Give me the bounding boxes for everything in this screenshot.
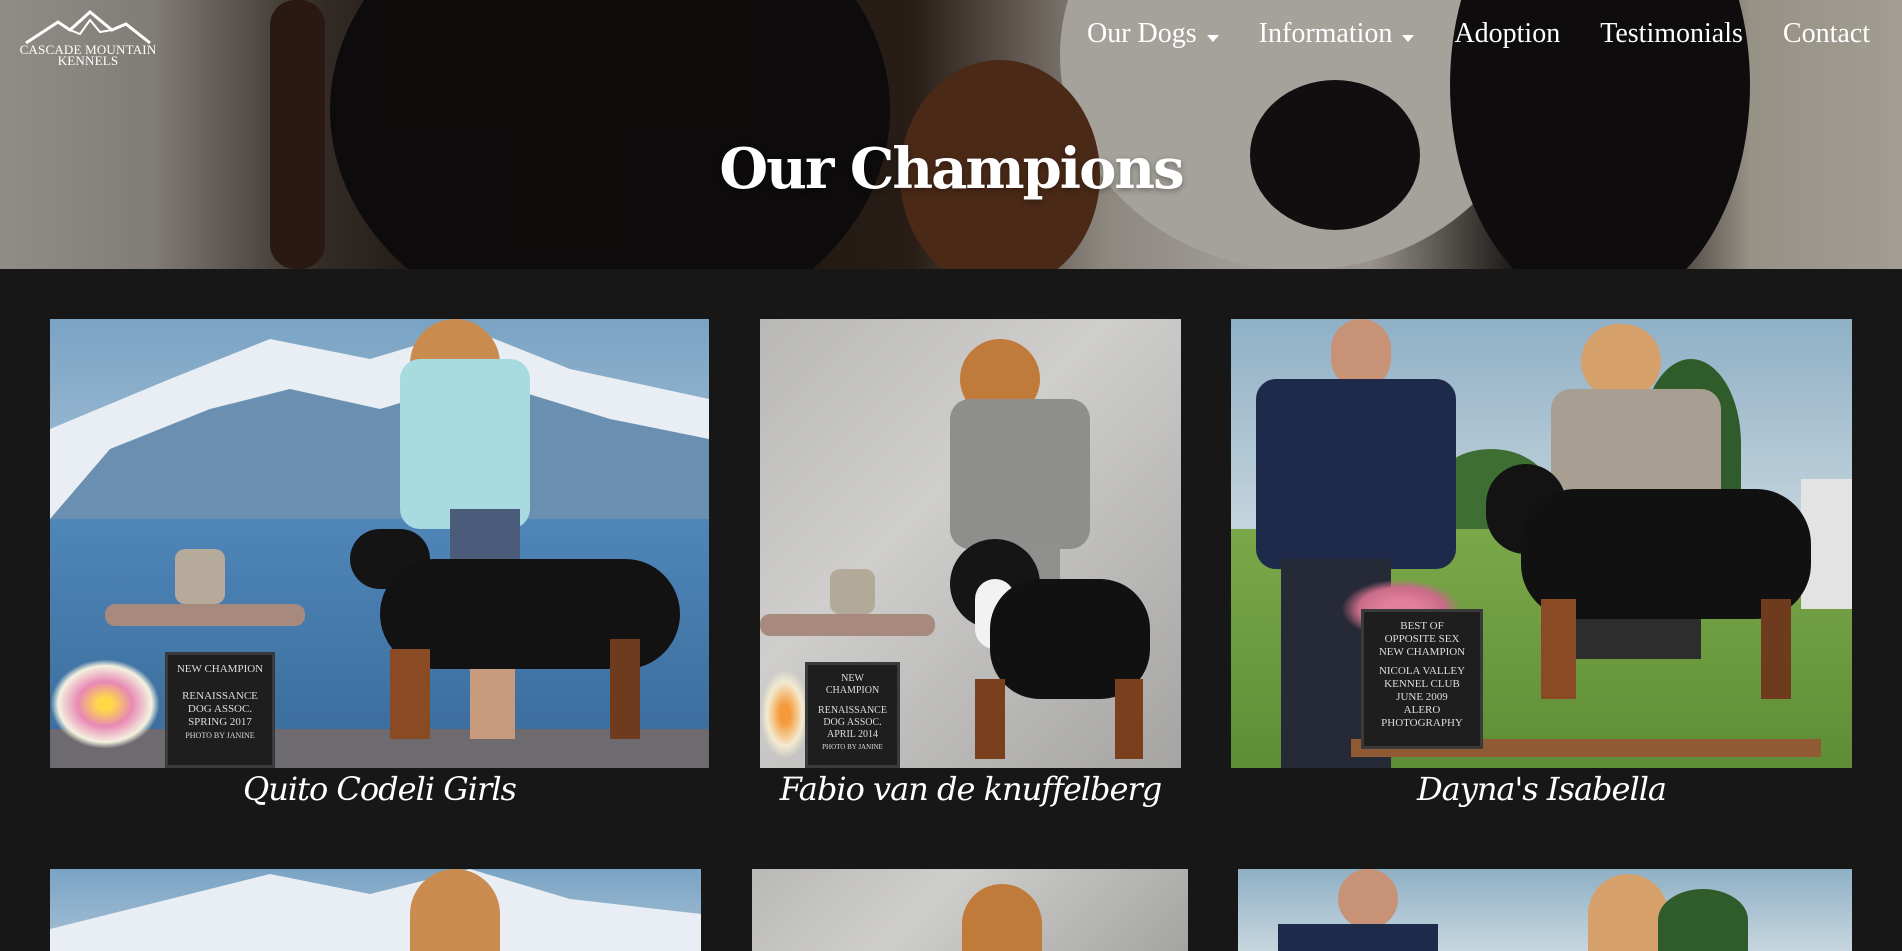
brand-name: CASCADE MOUNTAIN KENNELS (8, 43, 168, 67)
nav-adoption-label: Adoption (1454, 18, 1561, 49)
champion-name: Fabio van de knuffelberg (779, 770, 1162, 808)
champion-photo[interactable]: NEW CHAMPION RENAISSANCE DOG ASSOC. APRI… (760, 319, 1181, 768)
award-plaque: BEST OF OPPOSITE SEX NEW CHAMPION NICOLA… (1361, 609, 1483, 749)
nav-testimonials[interactable]: Testimonials (1600, 14, 1743, 54)
champion-name: Quito Codeli Girls (243, 770, 517, 808)
nav-information-label: Information (1258, 18, 1393, 49)
mountain-logo-icon (25, 10, 151, 45)
champion-photo[interactable]: BEST OF OPPOSITE SEX NEW CHAMPION NICOLA… (1231, 319, 1852, 768)
champion-photo[interactable]: NEW CHAMPION RENAISSANCE DOG ASSOC. SPRI… (50, 319, 709, 768)
nav-information[interactable]: Information (1259, 14, 1415, 54)
brand-logo[interactable]: CASCADE MOUNTAIN KENNELS (8, 10, 168, 72)
chevron-down-icon (1402, 34, 1415, 42)
champion-photo-row2-2[interactable] (752, 869, 1188, 951)
chevron-down-icon (1206, 34, 1219, 42)
nav-contact[interactable]: Contact (1783, 14, 1870, 54)
main-nav: Our Dogs Information Adoption Testimonia… (1047, 14, 1870, 54)
page-title: Our Champions (719, 136, 1184, 202)
nav-our-dogs-label: Our Dogs (1087, 18, 1197, 49)
nav-testimonials-label: Testimonials (1600, 18, 1743, 49)
award-plaque: NEW CHAMPION RENAISSANCE DOG ASSOC. SPRI… (165, 652, 275, 768)
champion-photo-row2-3[interactable] (1238, 869, 1852, 951)
award-plaque: NEW CHAMPION RENAISSANCE DOG ASSOC. APRI… (805, 662, 900, 768)
champion-photo-row2-1[interactable] (50, 869, 701, 951)
nav-adoption[interactable]: Adoption (1454, 14, 1560, 54)
nav-our-dogs[interactable]: Our Dogs (1087, 14, 1219, 54)
nav-contact-label: Contact (1782, 18, 1870, 49)
champion-name: Dayna's Isabella (1417, 770, 1667, 808)
hero-banner: CASCADE MOUNTAIN KENNELS Our Dogs Inform… (0, 0, 1902, 269)
